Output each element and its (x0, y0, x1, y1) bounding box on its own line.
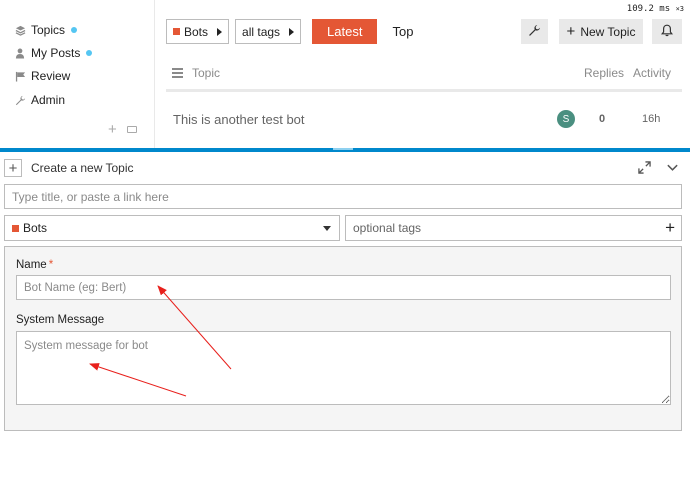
header-replies[interactable]: Replies (584, 66, 624, 80)
forum-view: 109.2 ms ×3 Topics My Posts Review Admin… (0, 0, 690, 148)
performance-time: 109.2 ms (626, 4, 671, 14)
admin-tools-button[interactable] (521, 19, 548, 44)
sidebar-item-admin[interactable]: Admin (14, 93, 65, 107)
tab-latest-label: Latest (327, 24, 363, 39)
layers-icon (14, 24, 26, 36)
tab-latest[interactable]: Latest (312, 19, 378, 44)
category-color-swatch (12, 224, 19, 232)
new-topic-label: New Topic (580, 24, 636, 39)
sidebar-item-label: Admin (31, 93, 66, 107)
composer-action-button[interactable]: + (4, 159, 22, 177)
category-color-swatch (173, 28, 180, 35)
sidebar-item-label: Topics (31, 23, 66, 37)
sidebar-item-topics[interactable]: Topics (14, 23, 78, 37)
tab-top[interactable]: Top (392, 24, 413, 39)
header-activity[interactable]: Activity (633, 66, 671, 80)
category-dropdown-label: Bots (184, 24, 209, 39)
bot-form: Name* System Message (4, 246, 682, 431)
required-mark: * (48, 259, 54, 271)
topic-title-input[interactable] (4, 184, 682, 209)
system-message-label: System Message (16, 314, 105, 326)
sidebar-item-review[interactable]: Review (14, 69, 70, 83)
sidebar: Topics My Posts Review Admin + (0, 0, 155, 148)
table-row: This is another test bot S 0 16h (166, 95, 682, 148)
bot-name-input[interactable] (16, 275, 671, 300)
sidebar-item-my-posts[interactable]: My Posts (14, 46, 93, 60)
category-dropdown[interactable]: Bots (166, 19, 230, 44)
caret-right-icon (217, 27, 223, 36)
notifications-button[interactable] (652, 19, 682, 44)
tab-top-label: Top (392, 24, 414, 39)
avatar[interactable]: S (557, 110, 575, 128)
name-label: Name * (16, 259, 53, 271)
performance-readout: 109.2 ms ×3 (627, 4, 684, 14)
performance-multiplier: ×3 (675, 5, 684, 13)
tags-dropdown-label: all tags (242, 24, 281, 39)
tags-select[interactable]: optional tags + (345, 215, 682, 241)
topic-list-header: Topic Replies Activity (166, 62, 682, 92)
plus-icon: + (566, 23, 576, 40)
fullscreen-icon[interactable] (638, 161, 652, 175)
composer-resize-grip[interactable] (333, 148, 353, 150)
topic-title-link[interactable]: This is another test bot (173, 112, 305, 127)
composer-heading: Create a new Topic (31, 161, 134, 175)
caret-down-icon (323, 226, 331, 231)
caret-right-icon (289, 27, 295, 36)
category-select-value: Bots (23, 221, 48, 235)
name-label-text: Name (16, 259, 47, 271)
sidebar-tools: + (108, 122, 137, 137)
user-icon (14, 47, 26, 59)
category-select[interactable]: Bots (4, 215, 340, 241)
bell-icon (660, 24, 674, 40)
keyboard-icon[interactable] (126, 126, 137, 133)
wrench-icon (14, 94, 26, 106)
activity-time[interactable]: 16h (642, 113, 660, 125)
topic-navigation: Bots all tags Latest Top (166, 19, 413, 44)
new-topic-button[interactable]: + New Topic (559, 19, 643, 44)
sidebar-item-label: Review (31, 69, 71, 83)
header-topic-label: Topic (192, 66, 221, 80)
reply-count: 0 (599, 113, 606, 125)
flag-icon (14, 70, 26, 82)
system-message-textarea[interactable] (16, 331, 671, 405)
composer-header: + Create a new Topic (4, 158, 686, 178)
tags-select-placeholder: optional tags (353, 221, 422, 235)
tags-dropdown[interactable]: all tags (235, 19, 302, 44)
list-icon (172, 68, 183, 78)
sidebar-item-label: My Posts (31, 46, 81, 60)
unread-dot (86, 50, 93, 56)
wrench-icon (528, 24, 541, 40)
header-topic[interactable]: Topic (172, 66, 220, 80)
add-section-icon[interactable]: + (108, 122, 117, 137)
unread-dot (71, 27, 78, 33)
chevron-down-icon[interactable] (666, 161, 680, 175)
composer: + Create a new Topic Bots optional tags … (0, 148, 690, 488)
plus-icon: + (665, 218, 675, 237)
